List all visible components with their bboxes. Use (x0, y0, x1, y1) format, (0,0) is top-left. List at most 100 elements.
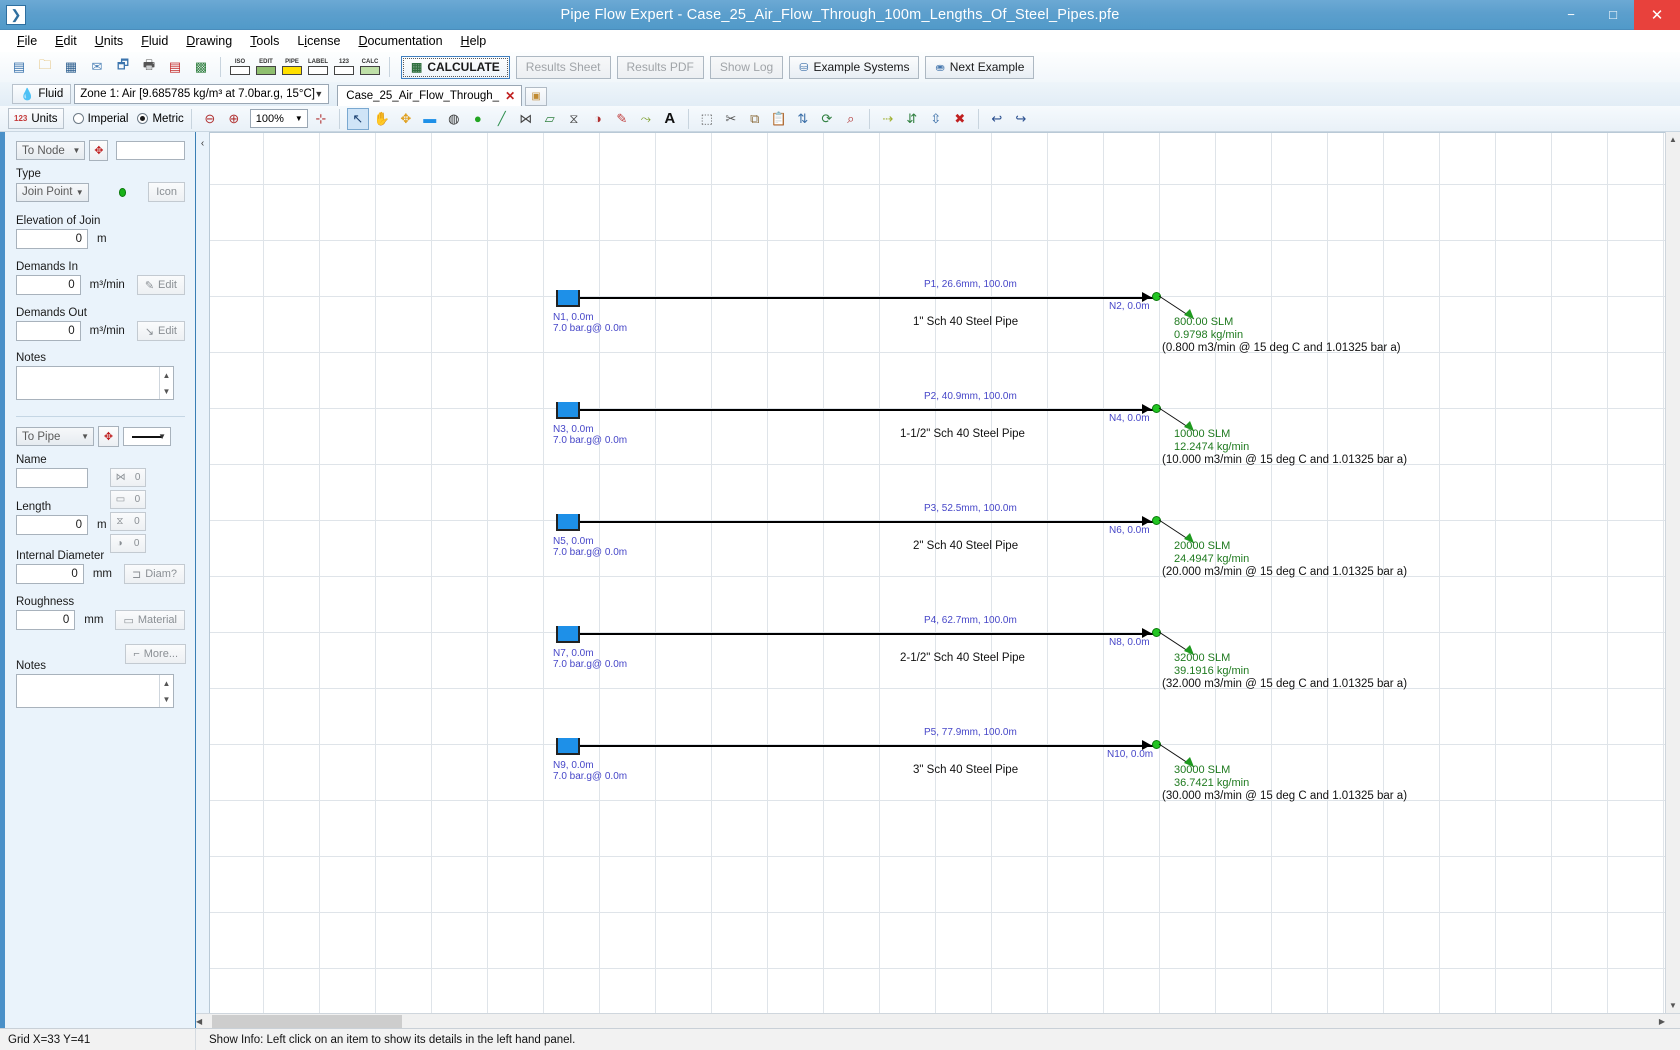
horizontal-scrollbar[interactable]: ◀ ▶ (196, 1013, 1680, 1029)
component-tool-icon[interactable]: ▱ (539, 108, 561, 130)
node-type-select[interactable]: Join Point ▼ (16, 182, 89, 202)
calc-grid-icon[interactable]: CALC (358, 56, 382, 78)
menu-units[interactable]: Units (86, 32, 132, 50)
new-document-tab-button[interactable]: ▣ (525, 87, 548, 106)
metric-radio[interactable]: Metric (137, 113, 184, 125)
undo-icon[interactable]: ↩ (986, 108, 1008, 130)
pencil-tool-icon[interactable]: ✎ (611, 108, 633, 130)
tank-tool-icon[interactable]: ▬ (419, 108, 441, 130)
menu-fluid[interactable]: Fluid (132, 32, 177, 50)
rotate-icon[interactable]: ⟳ (816, 108, 838, 130)
save-icon[interactable]: ▦ (59, 55, 83, 79)
pump-tool-icon[interactable]: ◑ (587, 108, 609, 130)
more-button[interactable]: ⌐ More... (125, 644, 186, 664)
pipe-tool-icon[interactable]: ╱ (491, 108, 513, 130)
pipe-line-3[interactable] (580, 521, 1158, 523)
cut-icon[interactable]: ✂ (720, 108, 742, 130)
export-icon[interactable]: 🗗 (111, 55, 135, 79)
imperial-radio[interactable]: Imperial (72, 113, 128, 125)
results-sheet-button[interactable]: Results Sheet (515, 55, 611, 79)
node-notes-input[interactable]: ▲ ▼ (16, 366, 174, 400)
paste-icon[interactable]: 📋 (768, 108, 790, 130)
marquee-select-icon[interactable]: ⬚ (696, 108, 718, 130)
menu-edit[interactable]: Edit (46, 32, 86, 50)
menu-file[interactable]: File (8, 32, 46, 50)
pipe-diameter-input[interactable]: 0 (16, 564, 84, 584)
pipe-name-input[interactable] (16, 468, 88, 488)
units-button[interactable]: 123 Units (8, 108, 64, 129)
edit-grid-icon[interactable]: EDIT (254, 56, 278, 78)
flow-arrow-icon[interactable]: ⤳ (635, 108, 657, 130)
align-horizontal-icon[interactable]: ⇢ (877, 108, 899, 130)
vertical-scrollbar[interactable]: ▲ ▼ (1665, 132, 1680, 1013)
valve-tool-icon[interactable]: ⋈ (515, 108, 537, 130)
pressure-node-icon[interactable]: ◍ (443, 108, 465, 130)
scroll-up-icon[interactable]: ▲ (1666, 132, 1680, 147)
components-count-button[interactable]: ▭ 0 (110, 490, 146, 509)
diameter-lookup-button[interactable]: ⊐ Diam? (123, 564, 185, 584)
results-pdf-button[interactable]: Results PDF (616, 55, 704, 79)
pipe-line-2[interactable] (580, 409, 1158, 411)
fluid-button[interactable]: 💧 Fluid (12, 84, 72, 104)
example-systems-button[interactable]: ⛁ Example Systems (789, 55, 920, 79)
pipe-roughness-input[interactable]: 0 (16, 610, 76, 630)
zoom-out-icon[interactable]: ⊖ (199, 108, 221, 130)
redo-icon[interactable]: ↪ (1010, 108, 1032, 130)
maximize-button[interactable]: □ (1592, 0, 1634, 30)
join-point-icon[interactable]: ● (467, 108, 489, 130)
document-tab[interactable]: Case_25_Air_Flow_Through_ ✕ (337, 85, 523, 106)
node-notes-scroll[interactable]: ▲ ▼ (159, 367, 173, 399)
hscroll-thumb[interactable] (212, 1015, 403, 1028)
print-icon[interactable]: 🖶 (137, 55, 161, 79)
image-export-icon[interactable]: ▩ (189, 55, 213, 79)
email-icon[interactable]: ✉ (85, 55, 109, 79)
close-button[interactable]: ✕ (1634, 0, 1680, 30)
numbers-grid-icon[interactable]: 123 (332, 56, 356, 78)
tank-icon-5[interactable] (556, 738, 580, 755)
pipe-line-5[interactable] (580, 745, 1158, 747)
zoom-level-select[interactable]: 100% ▼ (249, 109, 308, 128)
mirror-icon[interactable]: ⇅ (792, 108, 814, 130)
demands-in-input[interactable]: 0 (16, 275, 81, 295)
material-button[interactable]: ▭ Material (115, 610, 185, 630)
node-icon-button[interactable]: Icon (148, 182, 185, 202)
iso-view-icon[interactable]: ISO (228, 56, 252, 78)
text-tool-icon[interactable]: A (659, 108, 681, 130)
hscroll-track[interactable] (202, 1014, 1659, 1028)
fit-to-window-icon[interactable]: ⊹ (310, 108, 332, 130)
tank-icon-3[interactable] (556, 514, 580, 531)
pipe-notes-input[interactable]: ▲ ▼ (16, 674, 174, 708)
valves-count-button[interactable]: ⧖ 0 (110, 512, 146, 531)
tank-icon-2[interactable] (556, 402, 580, 419)
label-grid-icon[interactable]: LABEL (306, 56, 330, 78)
fitting-tool-icon[interactable]: ⧖ (563, 108, 585, 130)
close-icon[interactable]: ✕ (505, 89, 515, 103)
pipe-line-1[interactable] (580, 297, 1158, 299)
scroll-down-icon[interactable]: ▼ (1666, 998, 1680, 1013)
to-node-select[interactable]: To Node ▼ (16, 141, 86, 160)
minimize-button[interactable]: − (1550, 0, 1592, 30)
next-example-button[interactable]: ⛂ Next Example (925, 55, 1035, 79)
zoom-region-icon[interactable]: ⌕ (840, 108, 862, 130)
menu-help[interactable]: Help (452, 32, 496, 50)
node-name-input[interactable] (116, 141, 185, 160)
fittings-count-button[interactable]: ⋈ 0 (110, 468, 146, 487)
pumps-count-button[interactable]: ◑ 0 (110, 534, 146, 553)
copy-icon[interactable]: ⧉ (744, 108, 766, 130)
pipe-target-button[interactable]: ✥ (98, 426, 119, 447)
new-document-icon[interactable]: ▤ (7, 55, 31, 79)
drawing-canvas[interactable]: P1, 26.6mm, 100.0m N1, 0.0m 7.0 bar.g@ 0… (210, 132, 1665, 1013)
pan-hand-icon[interactable]: ✋ (371, 108, 393, 130)
calculate-button[interactable]: ▦ CALCULATE (401, 55, 510, 79)
tank-icon-4[interactable] (556, 626, 580, 643)
pipe-line-4[interactable] (580, 633, 1158, 635)
show-log-button[interactable]: Show Log (709, 55, 784, 79)
pipe-linestyle-select[interactable]: ▼ (123, 427, 171, 446)
tank-icon-1[interactable] (556, 290, 580, 307)
demands-out-input[interactable]: 0 (16, 321, 81, 341)
to-pipe-select[interactable]: To Pipe ▼ (16, 427, 94, 446)
distribute-icon[interactable]: ⇳ (925, 108, 947, 130)
select-pointer-icon[interactable]: ↖ (346, 107, 369, 130)
zoom-in-icon[interactable]: ⊕ (223, 108, 245, 130)
node-target-button[interactable]: ✥ (89, 140, 109, 161)
